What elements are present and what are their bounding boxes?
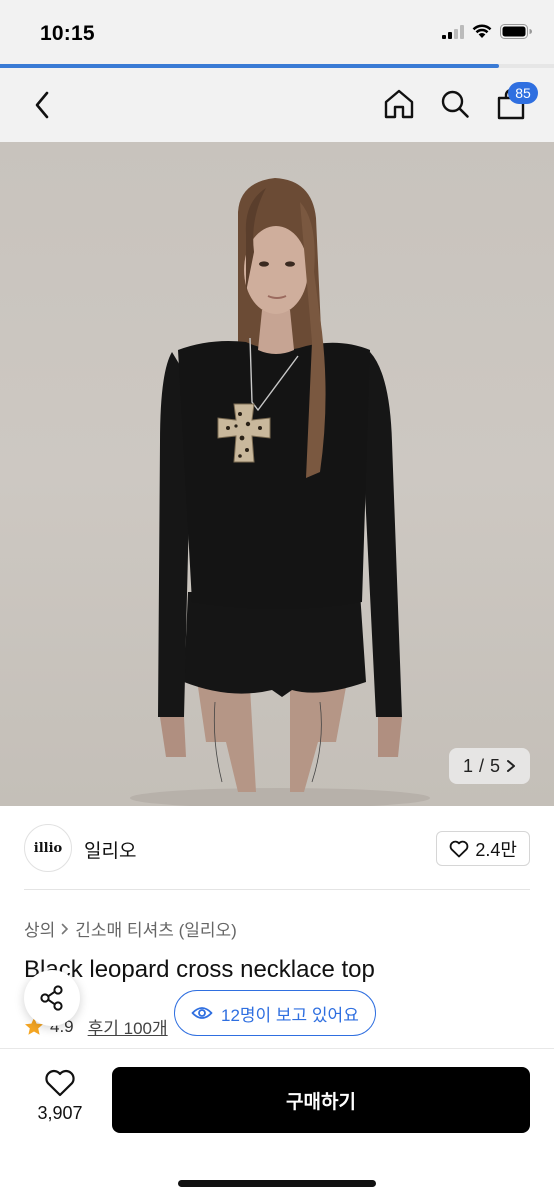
back-arrow-icon <box>35 91 49 119</box>
cart-button[interactable]: 85 <box>494 82 538 122</box>
brand-name[interactable]: 일리오 <box>84 836 136 863</box>
heart-icon <box>45 1069 75 1097</box>
share-icon <box>40 985 63 1011</box>
chevron-right-icon <box>61 923 69 934</box>
status-icons <box>442 24 532 39</box>
viewers-count-pill: 12명이 보고 있어요 <box>174 990 376 1036</box>
bottom-purchase-bar: 3,907 구매하기 <box>0 1048 554 1200</box>
heart-icon <box>450 840 469 857</box>
product-title: Black leopard cross necklace top <box>24 956 375 983</box>
divider <box>24 889 530 890</box>
search-button[interactable] <box>438 86 472 122</box>
search-icon <box>441 90 469 118</box>
cellular-signal-icon <box>442 24 464 39</box>
image-counter-current: 1 <box>462 755 473 776</box>
breadcrumb-level2[interactable]: 긴소매 티셔츠 (일리오) <box>75 916 237 941</box>
breadcrumb-level1[interactable]: 상의 <box>24 916 55 941</box>
image-counter-separator: / <box>478 755 484 776</box>
battery-icon <box>500 24 532 39</box>
wishlist-count: 3,907 <box>37 1103 83 1123</box>
breadcrumb: 상의 긴소매 티셔츠 (일리오) <box>24 916 237 941</box>
brand-row: illio 일리오 2.4만 <box>0 806 554 890</box>
image-counter[interactable]: 1 / 5 <box>448 748 530 784</box>
product-image-gallery[interactable]: 1 / 5 <box>0 142 554 806</box>
back-button[interactable] <box>26 88 58 122</box>
wishlist-button[interactable]: 3,907 <box>30 1069 90 1124</box>
brand-logo[interactable]: illio <box>24 824 72 872</box>
viewers-text: 12명이 보고 있어요 <box>221 1005 359 1025</box>
home-icon <box>384 89 414 119</box>
status-bar: 10:15 <box>0 0 554 66</box>
home-indicator <box>178 1180 376 1187</box>
share-button[interactable] <box>24 970 80 1026</box>
cart-count-badge: 85 <box>508 82 538 104</box>
nav-actions: 85 <box>382 82 538 122</box>
brand-logo-text: illio <box>33 840 63 856</box>
home-button[interactable] <box>382 86 416 122</box>
top-nav-bar: 85 <box>0 68 554 142</box>
product-photo <box>130 178 430 806</box>
brand-like-button[interactable]: 2.4만 <box>436 831 530 866</box>
wifi-icon <box>472 24 492 38</box>
eye-icon <box>191 1007 213 1019</box>
chevron-right-icon <box>507 760 515 772</box>
image-counter-total: 5 <box>489 755 500 776</box>
buy-button[interactable]: 구매하기 <box>112 1067 530 1133</box>
brand-like-count: 2.4만 <box>475 839 517 860</box>
reviews-link[interactable]: 후기 100개 <box>88 1014 168 1039</box>
status-time: 10:15 <box>40 22 95 45</box>
